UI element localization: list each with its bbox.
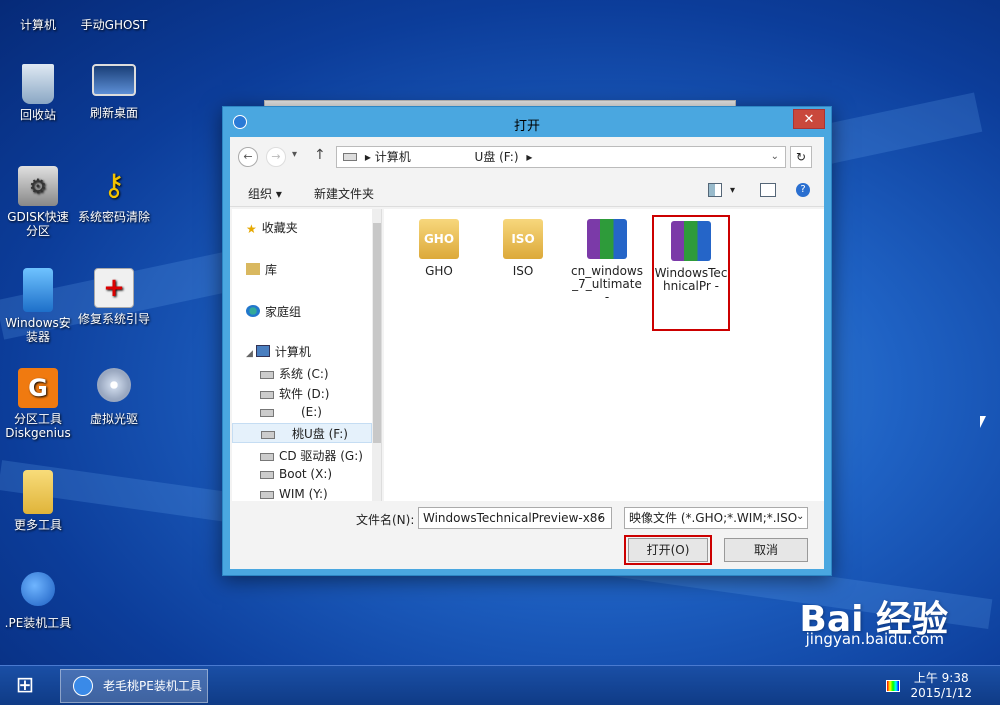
star-icon: ★	[246, 222, 257, 236]
key-icon: ⚷	[103, 168, 125, 203]
nav-drive-c[interactable]: 系统 (C:)	[260, 365, 329, 382]
open-button[interactable]: 打开(O)	[628, 538, 708, 562]
desktop-icon-repair-boot[interactable]: + 修复系统引导	[78, 268, 150, 326]
start-button[interactable]: ⊞	[8, 672, 42, 700]
file-item-windows-technical-preview[interactable]: WindowsTechnicalPr -	[652, 215, 730, 331]
folder-icon: ISO	[503, 219, 543, 259]
view-dropdown-icon[interactable]: ▾	[730, 185, 735, 196]
system-clock[interactable]: 上午 9:38 2015/1/12	[910, 671, 972, 701]
desktop-icon-more-tools[interactable]: 更多工具	[2, 470, 74, 532]
desktop-icon-recycle-bin[interactable]: 回收站	[2, 64, 74, 122]
desktop-icon-computer[interactable]: 计算机	[2, 0, 74, 32]
dialog-footer: 文件名(N): WindowsTechnicalPreview-x86 ⌄ 映像…	[230, 505, 824, 569]
desktop: { "desktop_icons": [ {"id":"computer","l…	[0, 0, 1000, 705]
up-button[interactable]: ↑	[314, 147, 326, 163]
taskbar: ⊞ 老毛桃PE装机工具 上午 9:38 2015/1/12	[0, 665, 1000, 705]
recent-locations-dropdown[interactable]: ▾	[292, 149, 297, 160]
computer-icon	[18, 0, 58, 14]
filename-input[interactable]: WindowsTechnicalPreview-x86	[418, 507, 612, 529]
drive-icon	[260, 491, 274, 499]
drive-icon	[343, 153, 357, 161]
computer-icon	[255, 345, 270, 357]
desktop-icon-refresh-desktop[interactable]: 刷新桌面	[78, 64, 150, 120]
ghost-icon	[94, 0, 134, 14]
new-folder-button[interactable]: 新建文件夹	[314, 185, 374, 202]
desktop-icon-diskgenius[interactable]: G 分区工具Diskgenius	[2, 368, 74, 440]
recycle-bin-icon	[22, 64, 54, 104]
folder-icon: GHO	[419, 219, 459, 259]
nav-libraries[interactable]: 库	[246, 261, 277, 278]
nav-computer[interactable]: ◢ 计算机	[246, 343, 311, 360]
nav-drive-d[interactable]: 软件 (D:)	[260, 385, 329, 402]
command-toolbar: 组织 ▾ 新建文件夹 ▾ ?	[230, 177, 824, 207]
first-aid-icon: +	[94, 268, 134, 308]
organize-menu[interactable]: 组织 ▾	[248, 185, 282, 202]
refresh-button[interactable]: ↻	[790, 146, 812, 168]
open-file-dialog: 打开 ✕ ← → ▾ ↑ ▸ 计算机 U盘 (F:) ▸ ⌄ ↻ 组织 ▾ 新建…	[222, 106, 832, 576]
archive-icon	[587, 219, 627, 259]
drive-icon	[260, 471, 274, 479]
dialog-title: 打开	[513, 119, 540, 134]
gdisk-icon: ⚙	[18, 166, 58, 206]
refresh-desktop-icon	[92, 64, 136, 96]
desktop-icon-password-clear[interactable]: ⚷ 系统密码清除	[78, 166, 150, 225]
preview-pane-icon[interactable]	[760, 183, 776, 197]
drive-icon	[260, 391, 274, 399]
forward-button[interactable]: →	[266, 147, 286, 167]
nav-drive-x[interactable]: Boot (X:)	[260, 467, 332, 481]
library-icon	[246, 263, 260, 275]
file-item-cn-windows-7[interactable]: cn_windows_7_ultimate -	[570, 219, 644, 304]
file-list: GHO GHO ISO ISO cn_windows_7_ultimate - …	[384, 209, 824, 501]
back-button[interactable]: ←	[238, 147, 258, 167]
drive-icon	[261, 431, 275, 439]
file-item-gho[interactable]: GHO GHO	[402, 219, 476, 278]
folder-icon	[23, 470, 53, 514]
address-bar[interactable]: ▸ 计算机 U盘 (F:) ▸ ⌄	[336, 146, 786, 168]
peach-icon	[21, 572, 55, 606]
file-item-iso[interactable]: ISO ISO	[486, 219, 560, 278]
nav-homegroup[interactable]: 家庭组	[246, 303, 301, 320]
filename-label: 文件名(N):	[356, 513, 415, 527]
nav-drive-f[interactable]: 桃U盘 (F:)	[232, 423, 372, 443]
mouse-cursor	[980, 416, 986, 428]
diskgenius-icon: G	[18, 368, 58, 408]
nav-drive-g[interactable]: CD 驱动器 (G:)	[260, 447, 363, 464]
filetype-select[interactable]: 映像文件 (*.GHO;*.WIM;*.ISO	[624, 507, 808, 529]
nav-scrollbar-thumb[interactable]	[373, 223, 381, 443]
drive-icon	[260, 371, 274, 379]
navigation-bar: ← → ▾ ↑ ▸ 计算机 U盘 (F:) ▸ ⌄ ↻	[230, 137, 824, 177]
breadcrumb-drive[interactable]: U盘 (F:)	[475, 150, 519, 164]
help-icon[interactable]: ?	[796, 183, 810, 197]
nav-drive-y[interactable]: WIM (Y:)	[260, 487, 328, 501]
desktop-icon-pe-installer[interactable]: .PE装机工具	[2, 572, 74, 630]
desktop-icon-virtual-drive[interactable]: 虚拟光驱	[78, 368, 150, 426]
desktop-icon-windows-installer[interactable]: Windows安装器	[2, 268, 74, 344]
nav-drive-e[interactable]: (E:)	[260, 405, 322, 419]
windows-installer-icon	[23, 268, 53, 312]
baidu-watermark-url: jingyan.baidu.com	[805, 630, 944, 648]
drive-icon	[260, 409, 274, 417]
breadcrumb-computer[interactable]: 计算机	[375, 150, 411, 164]
filetype-dropdown-icon[interactable]: ⌄	[796, 511, 804, 522]
nav-favorites[interactable]: ★ 收藏夹	[246, 219, 298, 236]
cancel-button[interactable]: 取消	[724, 538, 808, 562]
chevron-down-icon[interactable]: ⌄	[771, 147, 779, 167]
filename-dropdown-icon[interactable]: ⌄	[596, 511, 604, 522]
archive-icon	[671, 221, 711, 261]
navigation-pane: ★ 收藏夹 库 家庭组 ◢ 计算机 系统 (C:) 软件 (D:) (E:) 桃U盘…	[232, 209, 382, 501]
taskbar-app-pe-installer[interactable]: 老毛桃PE装机工具	[60, 669, 208, 703]
desktop-icon-gdisk[interactable]: ⚙ GDISK快速分区	[2, 166, 74, 238]
cd-drive-icon	[260, 453, 274, 461]
view-options-icon[interactable]	[708, 183, 722, 197]
close-button[interactable]: ✕	[793, 109, 825, 129]
virtual-drive-icon	[97, 368, 131, 402]
homegroup-icon	[246, 305, 260, 317]
dialog-body: ← → ▾ ↑ ▸ 计算机 U盘 (F:) ▸ ⌄ ↻ 组织 ▾ 新建文件夹 ▾…	[230, 137, 824, 569]
peach-icon	[73, 676, 93, 696]
desktop-icon-manual-ghost[interactable]: 手动GHOST	[78, 0, 150, 32]
dialog-titlebar[interactable]: 打开 ✕	[223, 107, 831, 137]
tray-icon[interactable]	[886, 680, 900, 692]
